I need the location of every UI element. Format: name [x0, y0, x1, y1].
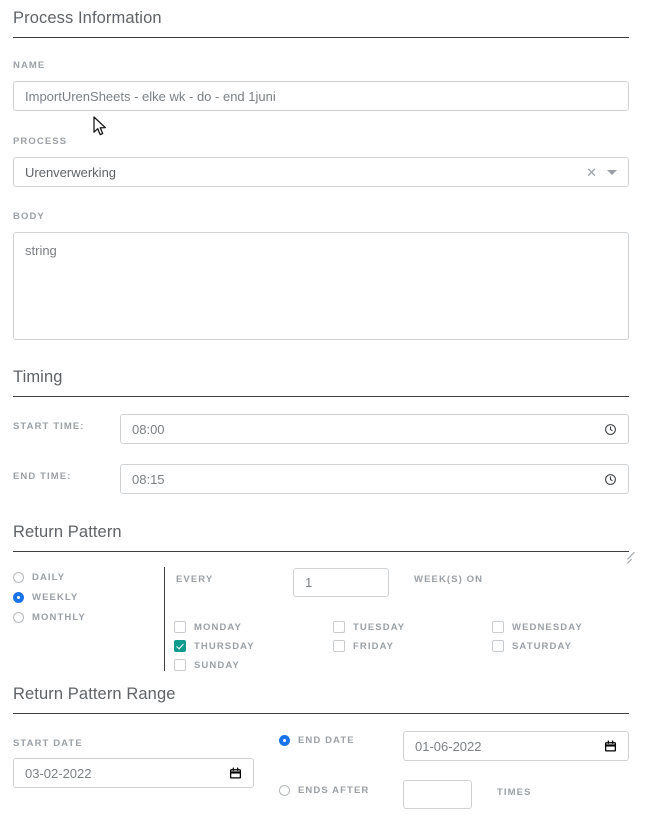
interval-input[interactable]: 1 [293, 568, 389, 597]
radio-weekly[interactable]: WEEKLY [13, 592, 78, 603]
checkbox-indicator [333, 621, 345, 633]
every-label: EVERY [176, 574, 214, 585]
end-time-value: 08:15 [132, 471, 165, 487]
radio-end-date-label: END DATE [298, 735, 355, 746]
checkbox-indicator [174, 621, 186, 633]
end-date-input[interactable]: 01-06-2022 [403, 731, 629, 761]
end-time-label: END TIME: [13, 471, 72, 482]
radio-daily-label: DAILY [32, 572, 66, 583]
checkbox-thursday[interactable]: THURSDAY [174, 640, 255, 652]
calendar-icon[interactable] [229, 766, 242, 780]
column-divider [164, 567, 165, 671]
body-label: BODY [13, 211, 45, 222]
interval-value: 1 [305, 575, 313, 590]
checkbox-sunday[interactable]: SUNDAY [174, 659, 240, 671]
checkbox-tuesday-label: TUESDAY [353, 621, 406, 633]
checkbox-indicator [492, 621, 504, 633]
section-divider [13, 396, 629, 397]
checkbox-thursday-label: THURSDAY [194, 640, 255, 652]
section-divider [13, 713, 629, 714]
radio-ends-after[interactable]: ENDS AFTER [279, 785, 369, 796]
checkbox-monday[interactable]: MONDAY [174, 621, 242, 633]
section-title: Timing [13, 368, 63, 386]
calendar-icon[interactable] [604, 739, 617, 753]
radio-daily[interactable]: DAILY [13, 572, 65, 583]
start-time-input[interactable]: 08:00 [120, 414, 629, 444]
checkbox-wednesday[interactable]: WEDNESDAY [492, 621, 583, 633]
end-time-input[interactable]: 08:15 [120, 464, 629, 494]
section-title: Return Pattern Range [13, 685, 176, 703]
radio-indicator [13, 592, 24, 603]
radio-indicator [279, 735, 290, 746]
radio-indicator [13, 612, 24, 623]
process-select[interactable]: Urenverwerking ✕ [13, 157, 629, 187]
mouse-pointer-icon [93, 116, 108, 142]
unit-label: WEEK(S) ON [414, 574, 484, 585]
body-textarea[interactable]: string [13, 232, 635, 564]
body-textarea-value: string [25, 243, 57, 258]
checkbox-indicator [492, 640, 504, 652]
section-return-pattern: Return Pattern [13, 522, 629, 552]
start-date-value: 03-02-2022 [25, 765, 92, 781]
radio-end-date[interactable]: END DATE [279, 735, 355, 746]
checkbox-indicator [333, 640, 345, 652]
name-label: NAME [13, 60, 46, 71]
radio-indicator [13, 572, 24, 583]
checkbox-indicator [174, 640, 186, 652]
checkbox-friday-label: FRIDAY [353, 640, 395, 652]
clock-icon[interactable] [604, 423, 617, 436]
radio-weekly-label: WEEKLY [32, 592, 79, 603]
checkbox-monday-label: MONDAY [194, 621, 242, 633]
section-timing: Timing [13, 367, 629, 397]
start-time-value: 08:00 [132, 421, 165, 437]
section-process-information: Process Information [13, 8, 629, 38]
start-time-label: START TIME: [13, 421, 85, 432]
start-date-label: START DATE [13, 738, 83, 749]
end-date-value: 01-06-2022 [415, 738, 482, 754]
close-icon[interactable]: ✕ [586, 166, 597, 179]
process-label: PROCESS [13, 136, 68, 147]
radio-indicator [279, 785, 290, 796]
section-title: Process Information [13, 9, 162, 27]
chevron-down-icon[interactable] [607, 169, 617, 175]
radio-ends-after-label: ENDS AFTER [298, 785, 370, 796]
checkbox-indicator [174, 659, 186, 671]
section-divider [13, 551, 629, 552]
radio-monthly[interactable]: MONTHLY [13, 612, 86, 623]
section-return-pattern-range: Return Pattern Range [13, 684, 629, 714]
section-divider [13, 37, 629, 38]
process-schedule-form: Process Information NAME ImportUrenSheet… [0, 0, 651, 818]
checkbox-saturday[interactable]: SATURDAY [492, 640, 572, 652]
checkbox-friday[interactable]: FRIDAY [333, 640, 394, 652]
times-label: TIMES [497, 787, 532, 798]
name-input[interactable]: ImportUrenSheets - elke wk - do - end 1j… [13, 81, 629, 111]
start-date-input[interactable]: 03-02-2022 [13, 758, 254, 788]
process-select-value: Urenverwerking [25, 164, 117, 180]
ends-after-count-input[interactable] [403, 780, 472, 809]
checkbox-wednesday-label: WEDNESDAY [512, 621, 583, 633]
section-title: Return Pattern [13, 523, 122, 541]
checkbox-tuesday[interactable]: TUESDAY [333, 621, 405, 633]
clock-icon[interactable] [604, 473, 617, 486]
checkbox-saturday-label: SATURDAY [512, 640, 573, 652]
radio-monthly-label: MONTHLY [32, 612, 86, 623]
resize-grip-icon[interactable] [616, 551, 635, 570]
checkbox-sunday-label: SUNDAY [194, 659, 240, 671]
name-input-value: ImportUrenSheets - elke wk - do - end 1j… [25, 88, 276, 104]
